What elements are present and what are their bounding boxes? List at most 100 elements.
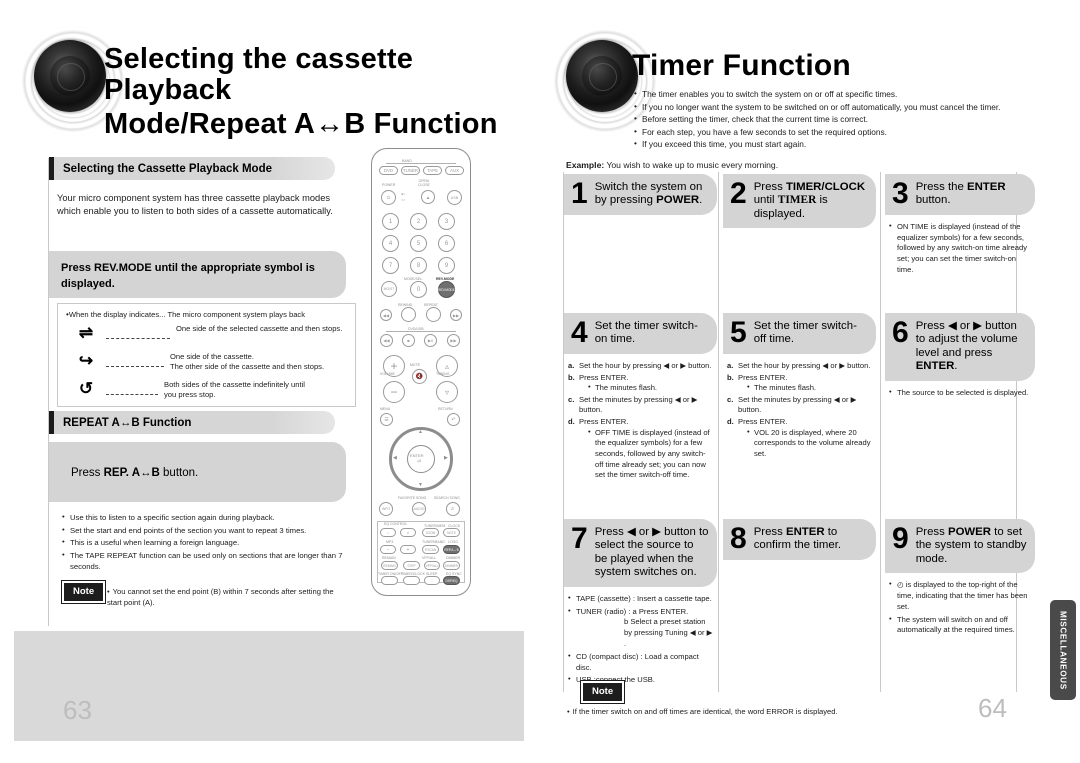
- remote-enter-label: ENTER: [410, 453, 424, 458]
- remote-button-tuner[interactable]: TUNER: [401, 166, 420, 175]
- remote-button-rev-mode[interactable]: REV.MODE: [438, 281, 455, 298]
- step-body-7: TAPE (cassette) : Insert a cassette tape…: [564, 587, 717, 686]
- note-label: Note: [579, 680, 626, 704]
- remote-button-6[interactable]: 6: [438, 235, 455, 252]
- remote-button-open-close[interactable]: ▲: [421, 190, 435, 204]
- remote-button-1[interactable]: 1: [382, 213, 399, 230]
- remote-button-5[interactable]: 5: [410, 235, 427, 252]
- remote-button-mp3-minus[interactable]: −: [380, 545, 396, 554]
- side-tab-miscellaneous[interactable]: MISCELLANEOUS: [1050, 600, 1076, 700]
- remote-button-9[interactable]: 9: [438, 257, 455, 274]
- substep-d: d. Press ENTER. VOL 20 is displayed, wher…: [727, 417, 872, 460]
- symbol-row-1: ↪ One side of the cassette. The other si…: [66, 352, 351, 373]
- remote-button-skip-back[interactable]: ◀◀: [380, 334, 393, 347]
- remote-button-rewind[interactable]: [401, 307, 416, 322]
- step-body-9-list: ◴ is displayed to the top-right of the t…: [889, 579, 1031, 636]
- remote-button-vfp-all[interactable]: VFP/ALL: [424, 561, 440, 570]
- remote-button-audio[interactable]: AUDIO: [412, 502, 426, 516]
- remote-button-4[interactable]: 4: [382, 235, 399, 252]
- remote-button-search-song[interactable]: ♬: [446, 502, 460, 516]
- step-heading-4: Set the timer switch-on time.: [594, 320, 698, 346]
- remote-button-repeat-ab[interactable]: REP.A↔B: [443, 545, 460, 554]
- step-number-7: 7: [571, 522, 588, 555]
- symbol-row-0: ⇌ One side of the selected cassette and …: [66, 324, 351, 341]
- step-card-1: 1 Switch the system on by pressing POWER…: [564, 174, 717, 215]
- step-head-5: 5 Set the timer switch-off time.: [723, 313, 876, 354]
- list-item: TUNER (radio) : a Press ENTER. b Select …: [568, 606, 713, 650]
- section-header-cassette-playback-mode: Selecting the Cassette Playback Mode: [49, 157, 335, 180]
- remote-button-2[interactable]: 2: [410, 213, 427, 230]
- step-heading-6-part2: .: [954, 360, 958, 373]
- step-card-2: 2 Press TIMER/CLOCK until TIMER is displ…: [723, 174, 876, 229]
- remote-volume-label: VOLUME: [380, 372, 395, 376]
- remote-nav-left-icon[interactable]: ◀: [393, 455, 397, 461]
- remote-button-mp3-plus[interactable]: +: [400, 545, 416, 554]
- remote-button-info[interactable]: INFO: [379, 502, 393, 516]
- instruction-repeat-ab: Press REP. A↔B button.: [71, 467, 198, 479]
- remote-button-pscan[interactable]: P.SCAN: [422, 545, 439, 554]
- remote-button-play-pause[interactable]: ▶II: [424, 334, 437, 347]
- right-col-rule-2: [880, 172, 881, 692]
- remote-button-8[interactable]: 8: [410, 257, 427, 274]
- note-text-right-wrap: • If the timer switch on and off times ar…: [567, 707, 838, 716]
- remote-button-volume-down[interactable]: −: [383, 381, 405, 403]
- remote-enter-glyph-icon: ⏎: [417, 459, 422, 465]
- substep-text: Press ENTER.: [579, 417, 629, 427]
- speaker-dome-icon: [50, 56, 90, 96]
- remote-button-repeat[interactable]: [426, 307, 441, 322]
- remote-button-zoom[interactable]: ZOOM: [422, 528, 439, 537]
- remote-nav-right-icon[interactable]: ▶: [444, 455, 448, 461]
- remote-button-timer-onoff[interactable]: [381, 576, 398, 585]
- remote-button-menu[interactable]: ☰: [380, 413, 393, 426]
- remote-button-step[interactable]: STEP: [403, 561, 420, 570]
- remote-button-usb[interactable]: USB: [447, 190, 462, 205]
- step-4-substeps: a. Set the hour by pressing ◀ or ▶ button…: [568, 361, 713, 481]
- remote-button-eq-up[interactable]: ♯: [400, 528, 416, 537]
- remote-button-7[interactable]: 7: [382, 257, 399, 274]
- remote-button-note[interactable]: NOTE: [443, 528, 460, 537]
- remote-button-stop[interactable]: ■: [402, 334, 415, 347]
- remote-button-next-track[interactable]: ▶▶: [450, 309, 462, 321]
- timer-intro-bullets: The timer enables you to switch the syst…: [634, 87, 1064, 151]
- remote-button-eq-down[interactable]: ♭: [380, 528, 396, 537]
- substep-mark: c.: [568, 394, 575, 404]
- remote-button-tape[interactable]: TAPE: [423, 166, 442, 175]
- step-card-5: 5 Set the timer switch-off time. a. Set t…: [723, 313, 876, 461]
- remote-button-prev-track[interactable]: ◀◀: [380, 309, 392, 321]
- remote-dimmer-label: DIMMER: [446, 556, 461, 560]
- remote-button-dimmer[interactable]: DIMMER: [443, 561, 460, 570]
- page-title-left-line2: Mode/Repeat A↔B Function: [104, 107, 498, 140]
- step-heading-8-part1: ENTER: [785, 526, 825, 538]
- step-head-7: 7 Press ◀ or ▶ button to select the sour…: [564, 519, 717, 587]
- step-heading-3: Press the ENTER button.: [916, 180, 1027, 208]
- remote-button-remain[interactable]: REMAIN: [381, 561, 398, 570]
- step-body-3: ON TIME is displayed (instead of the equ…: [885, 215, 1035, 276]
- remote-button-sleep[interactable]: [424, 576, 440, 585]
- remote-button-timer-clock[interactable]: [403, 576, 420, 585]
- cassette-both-sides-once-icon: ↪: [78, 351, 94, 370]
- remote-button-tuning-down[interactable]: ▿: [436, 381, 458, 403]
- remote-button-aux[interactable]: AUX: [445, 166, 464, 175]
- substep-mark: d.: [568, 417, 575, 427]
- step-heading-7: Press ◀ or ▶ button to select the source…: [594, 526, 709, 579]
- substep-mark: b.: [727, 372, 734, 382]
- remote-button-3[interactable]: 3: [438, 213, 455, 230]
- step-heading-3-part0: Press the: [915, 181, 967, 193]
- symbol-table-header: •When the display indicates... The micro…: [66, 310, 306, 319]
- remote-button-dvd[interactable]: DVD: [379, 166, 398, 175]
- remote-button-mute[interactable]: 🔇: [412, 369, 427, 384]
- intro-paragraph: Your micro component system has three ca…: [57, 193, 333, 217]
- remote-button-return[interactable]: ↶: [447, 413, 460, 426]
- remote-nav-up-icon[interactable]: ▲: [418, 429, 423, 435]
- remote-button-skip-fwd[interactable]: ▶▶: [447, 334, 460, 347]
- remote-button-power[interactable]: ⏻: [381, 190, 396, 205]
- remote-nav-down-icon[interactable]: ▼: [418, 482, 423, 488]
- remote-tuning-label: TUNING: [436, 372, 450, 376]
- remote-button-mo-st[interactable]: MO/ST: [381, 281, 397, 297]
- list-item: This is a useful when learning a foreign…: [62, 536, 350, 549]
- remote-button-dsp-eq[interactable]: DSP/EQ: [443, 576, 460, 585]
- remote-button-0[interactable]: 0: [410, 281, 427, 298]
- step-heading-2-part2: until: [753, 194, 778, 207]
- page-title-right: Timer Function: [632, 49, 851, 82]
- step-body-6: The source to be selected is displayed.: [885, 381, 1035, 399]
